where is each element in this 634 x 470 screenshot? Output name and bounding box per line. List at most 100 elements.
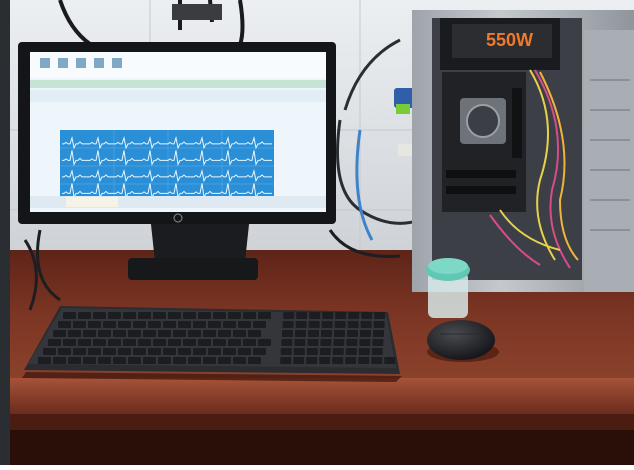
- keyboard-key: [280, 357, 292, 364]
- keyboard-key: [198, 339, 211, 346]
- keyboard-key: [163, 321, 176, 328]
- keyboard-key: [88, 321, 101, 328]
- keyboard-key: [183, 339, 196, 346]
- expansion-slot-2: [446, 186, 516, 194]
- keyboard-key: [98, 357, 111, 364]
- software-header-bar: [30, 80, 326, 88]
- keyboard-key: [68, 330, 81, 337]
- keyboard-key: [320, 339, 332, 346]
- keyboard-key: [108, 339, 121, 346]
- keyboard-key: [138, 339, 151, 346]
- keyboard-key: [128, 330, 141, 337]
- keyboard-key: [58, 348, 71, 355]
- keyboard-key: [98, 330, 111, 337]
- keyboard-key: [203, 330, 216, 337]
- keyboard-key: [238, 321, 251, 328]
- keyboard-key: [223, 348, 236, 355]
- keyboard-key: [321, 321, 333, 328]
- keyboard-key: [358, 348, 370, 355]
- keyboard-key: [347, 330, 358, 337]
- keyboard-key: [73, 348, 86, 355]
- keyboard-key: [346, 339, 358, 346]
- keyboard-key: [83, 357, 96, 364]
- keyboard-key: [228, 312, 241, 319]
- keyboard-key: [158, 330, 171, 337]
- cpu-fan: [466, 104, 500, 138]
- keyboard-key: [213, 312, 226, 319]
- keyboard-key: [295, 330, 306, 337]
- keyboard-key: [308, 330, 319, 337]
- keyboard-key: [319, 357, 331, 364]
- keyboard-key: [118, 321, 131, 328]
- keyboard-key: [360, 321, 372, 328]
- keyboard-key: [148, 348, 161, 355]
- wall-socket: [172, 4, 222, 20]
- keyboard-key: [345, 348, 357, 355]
- keyboard-key: [38, 357, 51, 364]
- keyboard-key: [321, 330, 332, 337]
- keyboard-key: [153, 312, 166, 319]
- keyboard-key: [173, 357, 186, 364]
- keyboard-key: [248, 357, 261, 364]
- taskbar-window: [66, 197, 118, 207]
- keyboard-key: [63, 312, 76, 319]
- keyboard-key: [113, 357, 126, 364]
- keyboard-key: [193, 348, 206, 355]
- keyboard-key: [148, 321, 161, 328]
- software-subheader: [30, 90, 326, 102]
- keyboard-key: [108, 312, 121, 319]
- keyboard-key: [322, 312, 334, 319]
- keyboard-key: [103, 348, 116, 355]
- keyboard-key: [293, 357, 305, 364]
- keyboard-key: [158, 357, 171, 364]
- keyboard-key: [243, 339, 256, 346]
- keyboard-key: [218, 330, 231, 337]
- keyboard-key: [238, 348, 251, 355]
- keyboard-key: [213, 339, 226, 346]
- keyboard-key: [319, 348, 331, 355]
- keyboard-key: [43, 348, 56, 355]
- green-connector: [396, 104, 410, 114]
- keyboard-key: [373, 321, 385, 328]
- keyboard-key: [123, 339, 136, 346]
- keyboard-key: [163, 348, 176, 355]
- keyboard-key: [308, 321, 320, 328]
- keyboard-key: [348, 312, 360, 319]
- keyboard-key: [306, 348, 318, 355]
- keyboard-key: [93, 339, 106, 346]
- pc-case-front-panel: [584, 30, 634, 292]
- keyboard-key: [359, 339, 371, 346]
- keyboard-key: [223, 321, 236, 328]
- keyboard-key: [143, 357, 156, 364]
- keyboard-key: [138, 312, 151, 319]
- keyboard-key: [168, 312, 181, 319]
- keyboard-key: [334, 321, 346, 328]
- keyboard-key: [282, 330, 293, 337]
- keyboard-key: [283, 312, 295, 319]
- keyboard-key: [335, 312, 347, 319]
- keyboard-key: [218, 357, 231, 364]
- keyboard-key: [128, 357, 141, 364]
- keyboard-key: [293, 348, 305, 355]
- keyboard-key: [258, 339, 271, 346]
- keyboard-key: [103, 321, 116, 328]
- keyboard-key: [371, 357, 383, 364]
- keyboard-key: [88, 348, 101, 355]
- keyboard-key: [153, 339, 166, 346]
- keyboard-key: [282, 321, 294, 328]
- keyboard-key: [345, 357, 357, 364]
- keyboard-key: [332, 357, 344, 364]
- photo-scene: 550W: [0, 0, 634, 465]
- software-toolbar: [30, 52, 326, 78]
- keyboard-key: [183, 312, 196, 319]
- keyboard-key: [334, 330, 345, 337]
- expansion-slot: [446, 170, 516, 178]
- keyboard-key: [118, 348, 131, 355]
- keyboard-key: [113, 330, 126, 337]
- keyboard-key: [48, 339, 61, 346]
- mouse: [427, 320, 495, 360]
- left-edge-shadow: [0, 0, 10, 465]
- keyboard-key: [53, 357, 66, 364]
- keyboard-key: [333, 339, 345, 346]
- keyboard-key: [360, 330, 371, 337]
